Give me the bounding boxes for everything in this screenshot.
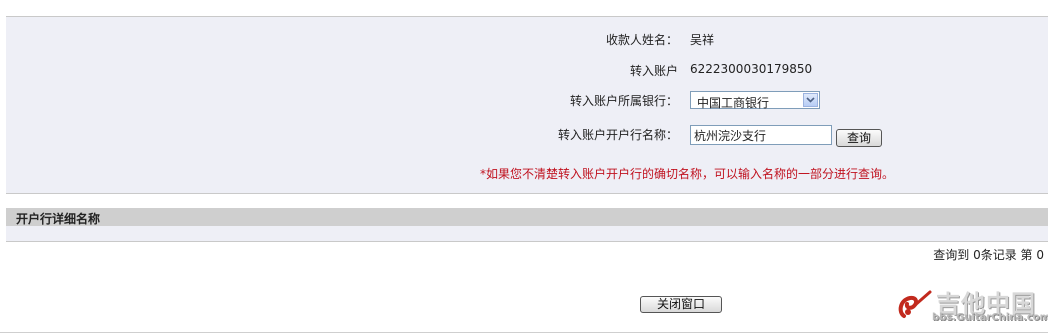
branch-name-input[interactable] [690, 125, 832, 145]
payee-name-value: 吴祥 [690, 33, 715, 47]
bank-select-value: 中国工商银行 [697, 96, 770, 110]
transfer-form-panel: 收款人姓名： 吴祥 转入账户 6222300030179850 转入账户所属银行… [6, 16, 1048, 194]
bank-label: 转入账户所属银行： [569, 94, 678, 108]
guitarchina-watermark: 吉他中国 bbs.GuitarChina.com [894, 282, 1048, 328]
help-note: *如果您不清楚转入账户开户行的确切名称，可以输入名称的一部分进行查询。 [480, 167, 895, 181]
query-button[interactable]: 查询 [836, 129, 882, 147]
guitar-logo-icon [898, 290, 932, 318]
branch-label: 转入账户开户行名称： [557, 128, 678, 142]
results-section-title: 开户行详细名称 [16, 212, 101, 226]
results-table-body [6, 226, 1048, 242]
chevron-down-icon[interactable] [803, 93, 818, 107]
account-label: 转入账户 [629, 64, 678, 78]
bottom-divider [0, 332, 1048, 333]
result-summary: 查询到 0条记录 第 0 [933, 248, 1044, 262]
watermark-url: bbs.GuitarChina.com [932, 312, 1048, 323]
payee-name-label: 收款人姓名： [605, 33, 678, 47]
bank-select[interactable]: 中国工商银行 [690, 91, 820, 110]
close-window-button[interactable]: 关闭窗口 [640, 296, 722, 313]
results-section-header: 开户行详细名称 [6, 208, 1048, 226]
account-value: 6222300030179850 [690, 62, 813, 76]
